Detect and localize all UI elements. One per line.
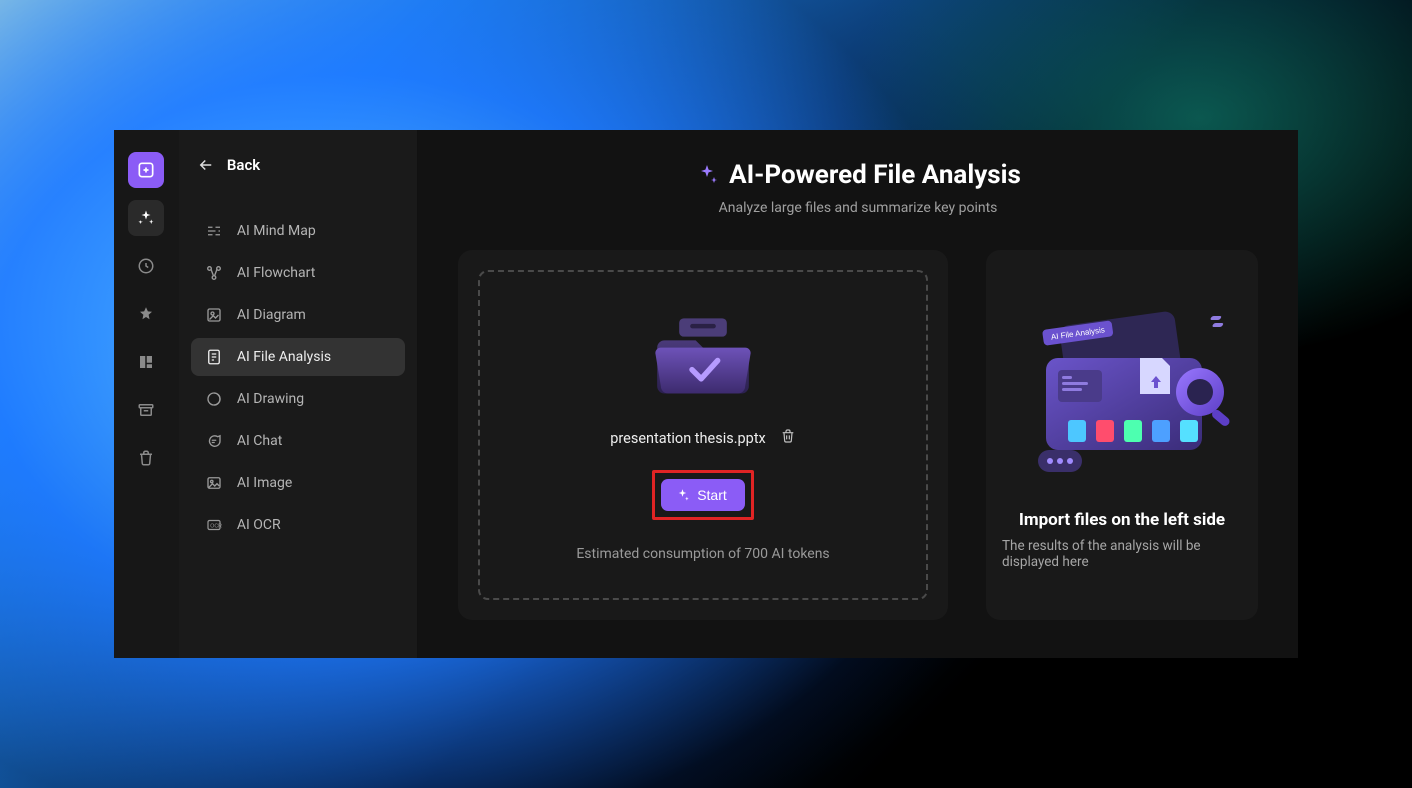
page-subtitle: Analyze large files and summarize key po… bbox=[448, 200, 1268, 216]
diagram-icon bbox=[205, 306, 223, 324]
folder-check-icon bbox=[648, 311, 758, 403]
sidebar: Back AI Mind Map AI Flowchart AI Diagram bbox=[179, 130, 418, 658]
image-icon bbox=[205, 474, 223, 492]
flowchart-icon bbox=[205, 264, 223, 282]
back-button[interactable]: Back bbox=[191, 148, 405, 192]
results-panel: AI File Analysis bbox=[986, 250, 1258, 620]
svg-text:OCR: OCR bbox=[210, 523, 222, 529]
results-subtitle: The results of the analysis will be disp… bbox=[1002, 538, 1242, 570]
sidebar-item-label: AI File Analysis bbox=[237, 349, 331, 365]
sidebar-item-label: AI Mind Map bbox=[237, 223, 316, 239]
sparkle-icon bbox=[137, 209, 155, 227]
sidebar-item-mind-map[interactable]: AI Mind Map bbox=[191, 212, 405, 250]
rail-templates-button[interactable] bbox=[128, 344, 164, 380]
sidebar-item-file-analysis[interactable]: AI File Analysis bbox=[191, 338, 405, 376]
new-button[interactable] bbox=[128, 152, 164, 188]
star-icon bbox=[137, 305, 155, 323]
drawing-icon bbox=[205, 390, 223, 408]
sidebar-item-diagram[interactable]: AI Diagram bbox=[191, 296, 405, 334]
sidebar-item-label: AI OCR bbox=[237, 517, 281, 533]
results-illustration: AI File Analysis bbox=[1002, 300, 1242, 490]
file-analysis-icon bbox=[205, 348, 223, 366]
sidebar-item-label: AI Chat bbox=[237, 433, 282, 449]
sparkle-icon bbox=[695, 163, 719, 187]
desktop-background: Back AI Mind Map AI Flowchart AI Diagram bbox=[0, 0, 1412, 788]
ocr-icon: OCR bbox=[205, 516, 223, 534]
rail-recent-button[interactable] bbox=[128, 248, 164, 284]
trash-icon bbox=[780, 428, 796, 444]
rail-ai-button[interactable] bbox=[128, 200, 164, 236]
sidebar-item-label: AI Image bbox=[237, 475, 292, 491]
start-button[interactable]: Start bbox=[661, 479, 745, 511]
page-title: AI-Powered File Analysis bbox=[729, 160, 1021, 190]
rail-trash-button[interactable] bbox=[128, 440, 164, 476]
main-content: AI-Powered File Analysis Analyze large f… bbox=[418, 130, 1298, 658]
drop-zone[interactable]: presentation thesis.pptx Start Estimate bbox=[478, 270, 928, 600]
sidebar-item-image[interactable]: AI Image bbox=[191, 464, 405, 502]
sidebar-item-chat[interactable]: AI Chat bbox=[191, 422, 405, 460]
chat-icon bbox=[205, 432, 223, 450]
sidebar-item-label: AI Flowchart bbox=[237, 265, 315, 281]
sidebar-item-flowchart[interactable]: AI Flowchart bbox=[191, 254, 405, 292]
results-title: Import files on the left side bbox=[1019, 510, 1225, 530]
highlight-box: Start bbox=[652, 470, 754, 520]
remove-file-button[interactable] bbox=[780, 428, 796, 448]
sidebar-item-label: AI Diagram bbox=[237, 307, 306, 323]
back-label: Back bbox=[227, 156, 260, 174]
templates-icon bbox=[137, 353, 155, 371]
clock-icon bbox=[137, 257, 155, 275]
trash-icon bbox=[137, 449, 155, 467]
app-window: Back AI Mind Map AI Flowchart AI Diagram bbox=[114, 130, 1298, 658]
plus-square-icon bbox=[136, 160, 156, 180]
sparkle-icon bbox=[675, 488, 690, 503]
file-name: presentation thesis.pptx bbox=[610, 430, 766, 447]
uploaded-file-graphic bbox=[648, 312, 758, 402]
upload-panel: presentation thesis.pptx Start Estimate bbox=[458, 250, 948, 620]
rail-archive-button[interactable] bbox=[128, 392, 164, 428]
rail-favorites-button[interactable] bbox=[128, 296, 164, 332]
sidebar-item-ocr[interactable]: OCR AI OCR bbox=[191, 506, 405, 544]
icon-rail bbox=[114, 130, 179, 658]
page-title-row: AI-Powered File Analysis bbox=[448, 160, 1268, 190]
tokens-text: Estimated consumption of 700 AI tokens bbox=[576, 546, 829, 562]
archive-icon bbox=[137, 401, 155, 419]
sidebar-item-label: AI Drawing bbox=[237, 391, 304, 407]
sidebar-nav: AI Mind Map AI Flowchart AI Diagram AI F… bbox=[191, 212, 405, 544]
sidebar-item-drawing[interactable]: AI Drawing bbox=[191, 380, 405, 418]
mindmap-icon bbox=[205, 222, 223, 240]
arrow-left-icon bbox=[197, 156, 215, 174]
file-row: presentation thesis.pptx bbox=[610, 428, 796, 448]
panels-row: presentation thesis.pptx Start Estimate bbox=[448, 250, 1268, 620]
start-button-label: Start bbox=[697, 487, 727, 503]
